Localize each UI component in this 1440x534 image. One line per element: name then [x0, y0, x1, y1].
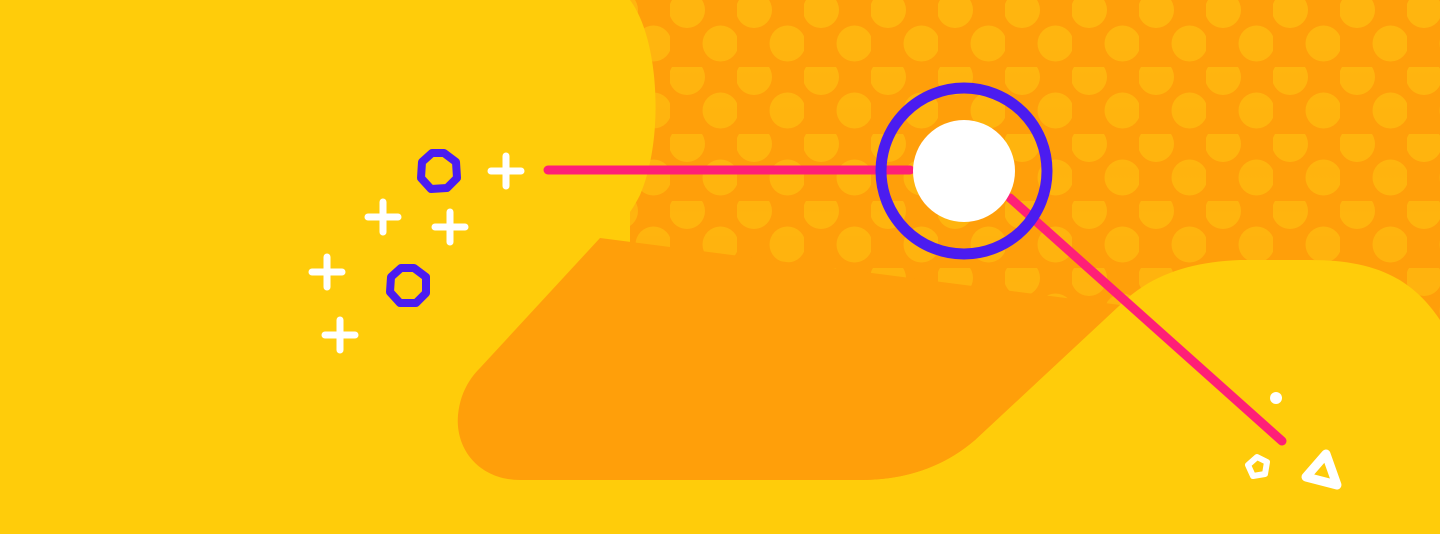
dot-icon	[1270, 392, 1282, 404]
illustration	[0, 0, 1440, 534]
